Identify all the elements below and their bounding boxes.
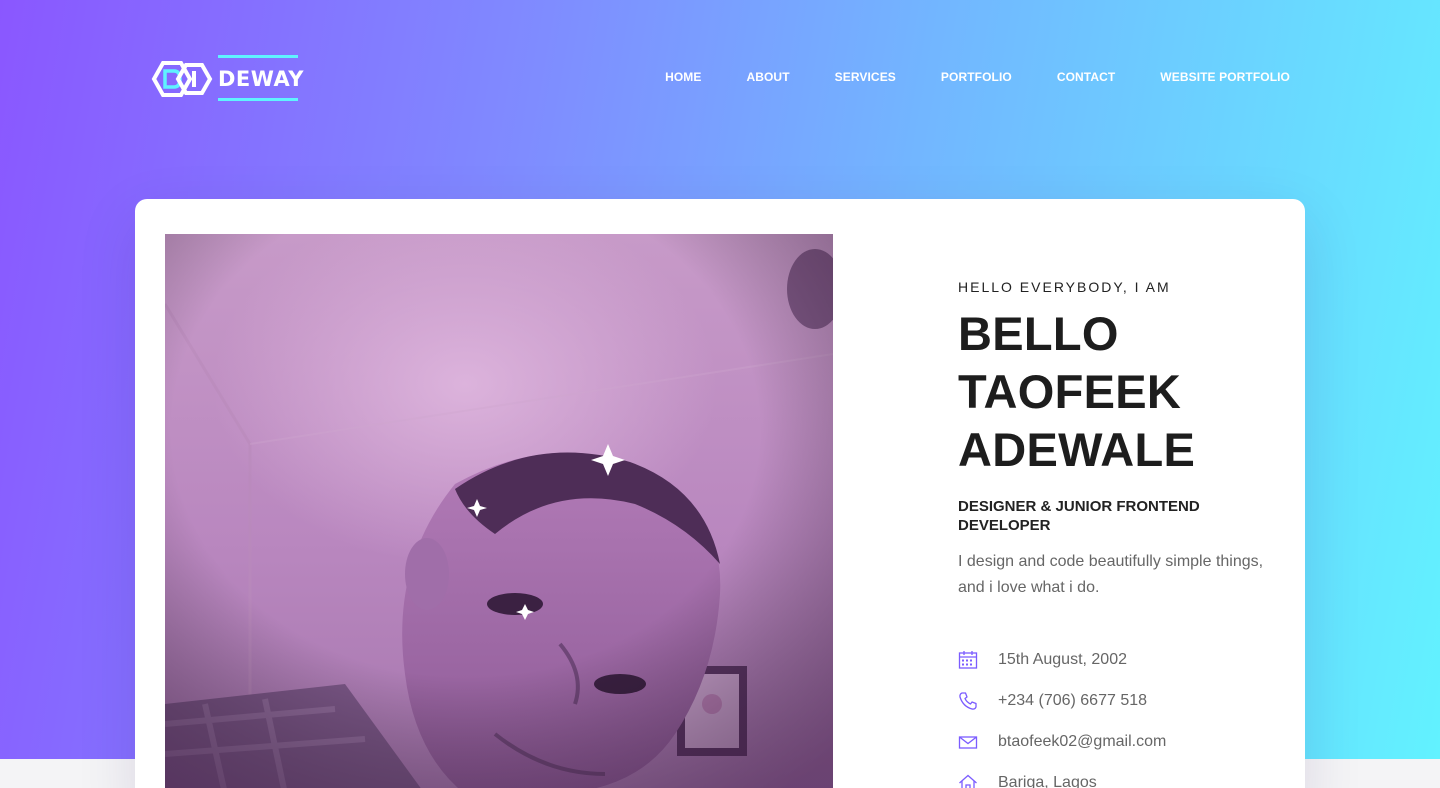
nav-contact[interactable]: CONTACT (1057, 70, 1115, 84)
contact-address-value: Bariga, Lagos (998, 773, 1097, 788)
nav-home[interactable]: HOME (665, 70, 701, 84)
site-header: DEWAY HOME ABOUT SERVICES PORTFOLIO CONT… (0, 0, 1440, 150)
phone-icon (959, 691, 977, 710)
contact-birthday: 15th August, 2002 (958, 639, 1278, 680)
nav-website-portfolio[interactable]: WEBSITE PORTFOLIO (1160, 70, 1290, 84)
name-line-middle: TAOFEEK (958, 365, 1182, 418)
brand-name: DEWAY (218, 67, 304, 91)
contact-birthday-value: 15th August, 2002 (998, 650, 1127, 668)
mail-icon (958, 735, 978, 749)
name-line-first: BELLO (958, 307, 1119, 360)
profile-bio: I design and code beautifully simple thi… (958, 553, 1264, 596)
home-icon (959, 774, 977, 788)
logo-accent-bar-top (218, 55, 298, 58)
profile-info: HELLO EVERYBODY, I AM BELLO TAOFEEK ADEW… (958, 279, 1278, 788)
logo-accent-bar-bottom (218, 98, 298, 101)
nav-services[interactable]: SERVICES (835, 70, 896, 84)
greeting-text: HELLO EVERYBODY, I AM (958, 279, 1171, 295)
brand-logo[interactable]: DEWAY (150, 55, 303, 103)
profile-name: BELLO TAOFEEK ADEWALE (958, 305, 1278, 479)
profile-photo (165, 234, 833, 788)
profile-card: HELLO EVERYBODY, I AM BELLO TAOFEEK ADEW… (135, 199, 1305, 788)
contact-phone-value: +234 (706) 6677 518 (998, 691, 1148, 709)
profile-role: DESIGNER & JUNIOR FRONTEND DEVELOPER (958, 498, 1200, 534)
brand-wordmark: DEWAY (218, 55, 303, 103)
contact-email[interactable]: btaofeek02@gmail.com (958, 721, 1278, 762)
profile-photo-illustration (165, 234, 833, 788)
contact-phone[interactable]: +234 (706) 6677 518 (958, 680, 1278, 721)
contact-email-value: btaofeek02@gmail.com (998, 732, 1167, 750)
nav-about[interactable]: ABOUT (746, 70, 789, 84)
main-nav: HOME ABOUT SERVICES PORTFOLIO CONTACT WE… (665, 70, 1290, 84)
contact-address: Bariga, Lagos (958, 762, 1278, 788)
hexagon-logo-icon (151, 61, 213, 97)
contact-list: 15th August, 2002 +234 (706) 6677 518 bt… (958, 639, 1278, 788)
nav-portfolio[interactable]: PORTFOLIO (941, 70, 1012, 84)
name-line-last: ADEWALE (958, 423, 1196, 476)
calendar-icon (958, 650, 978, 669)
